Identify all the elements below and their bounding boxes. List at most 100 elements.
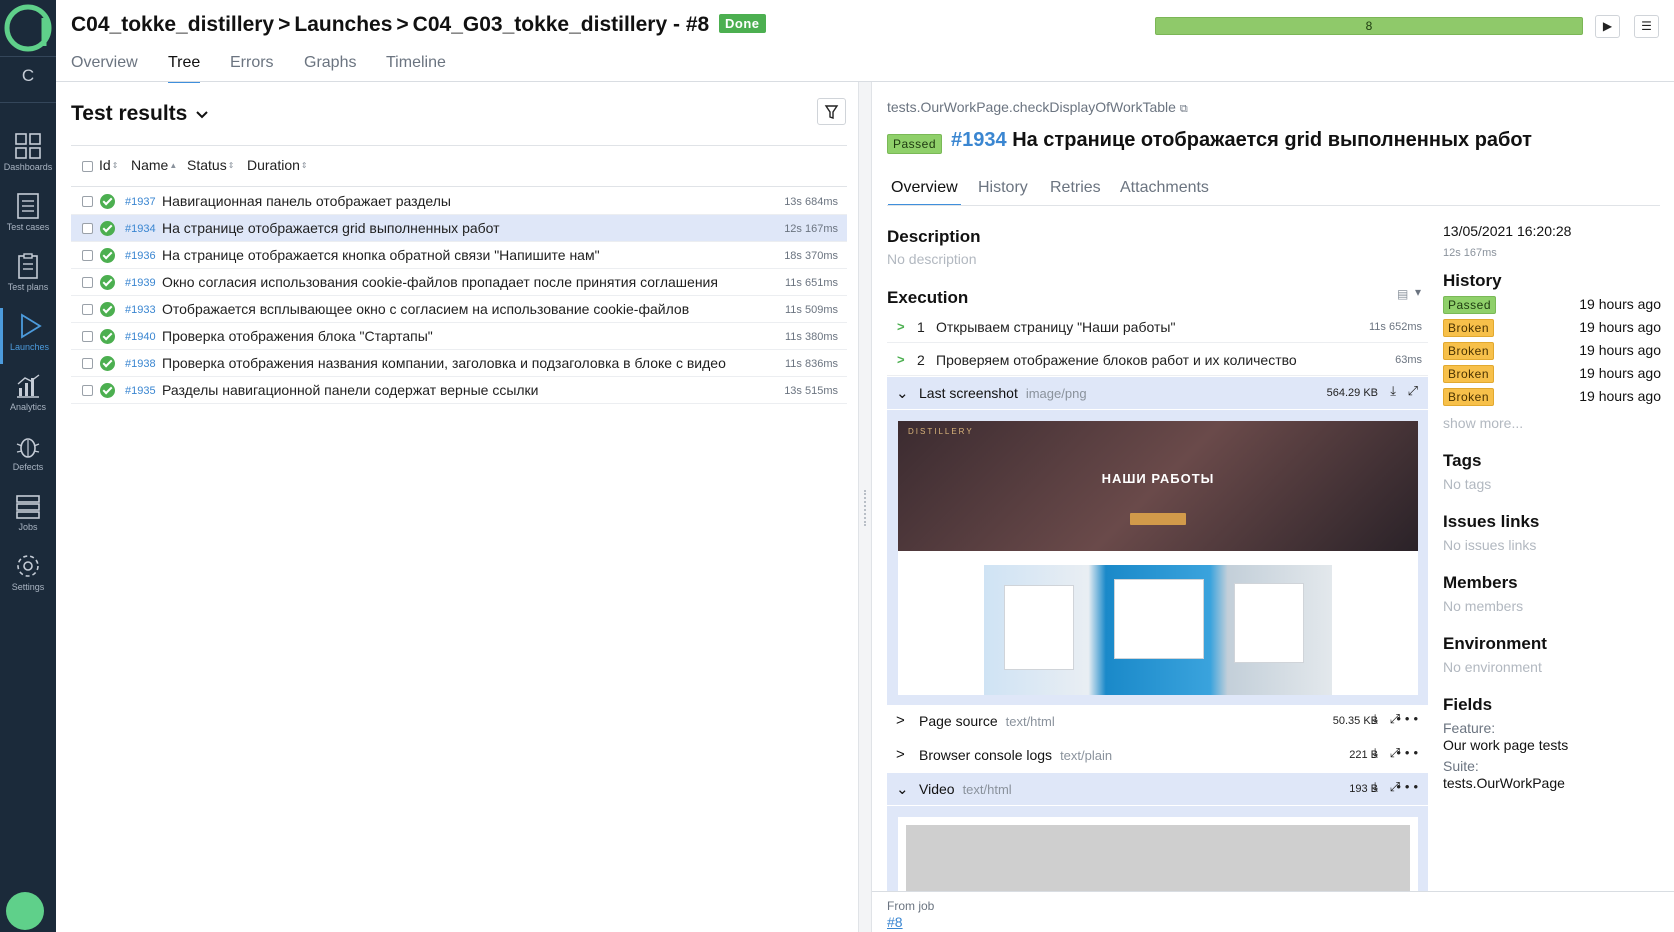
attachment-video[interactable]: ⌄ Video text/html 193 B ⤓ ⤢ ••• [887,773,1428,805]
execution-step[interactable]: > 2 Проверяем отображение блоков работ и… [887,344,1428,376]
app-logo[interactable] [4,4,52,52]
screenshot-preview[interactable]: DISTILLERY НАШИ РАБОТЫ [898,421,1418,695]
table-row[interactable]: #1936 На странице отображается кнопка об… [71,242,847,269]
row-checkbox[interactable] [82,385,93,396]
test-id[interactable]: #1938 [125,358,156,370]
tab-errors[interactable]: Errors [230,54,274,72]
tab-timeline[interactable]: Timeline [386,54,446,72]
sidebar-item-launches[interactable]: Launches [0,308,56,364]
from-job-label: From job [887,899,935,913]
sidebar-collapse-button[interactable]: C [0,66,56,86]
test-id[interactable]: #1937 [125,196,156,208]
column-status[interactable]: Status⇕ [187,157,234,173]
test-duration: 18s 370ms [784,250,838,262]
column-duration[interactable]: Duration⇕ [247,157,308,173]
copy-icon[interactable]: ⧉ [1180,103,1188,115]
sidebar-item-dashboards[interactable]: Dashboards [0,128,56,184]
download-icon[interactable]: ⤓ [1372,711,1382,727]
avatar[interactable] [6,892,44,930]
test-id[interactable]: #1933 [125,304,156,316]
table-row[interactable]: #1938 Проверка отображения названия комп… [71,350,847,377]
play-button[interactable]: ▶ [1595,15,1620,38]
tab-overview[interactable]: Overview [71,54,138,72]
test-name: Проверка отображения названия компании, … [162,355,726,371]
test-duration: 12s 167ms [784,223,838,235]
history-item[interactable]: Broken 19 hours ago [1443,386,1661,408]
tab-graphs[interactable]: Graphs [304,54,356,72]
test-results-title[interactable]: Test results [71,102,209,126]
chevron-down-icon[interactable]: ▾ [1415,285,1421,299]
layout-toggle-icon[interactable]: ▤ [1397,287,1408,301]
more-icon[interactable]: ••• [1396,745,1422,760]
test-name: На странице отображается grid выполненны… [162,220,500,236]
row-checkbox[interactable] [82,196,93,207]
row-checkbox[interactable] [82,331,93,342]
breadcrumb-launch: C04_G03_tokke_distillery - #8 [412,13,710,36]
tab-retries[interactable]: Retries [1050,179,1101,197]
pane-resize-handle[interactable] [858,82,872,932]
tab-attachments[interactable]: Attachments [1120,179,1209,197]
tags-heading: Tags [1443,451,1482,470]
row-checkbox[interactable] [82,223,93,234]
row-checkbox[interactable] [82,250,93,261]
test-id[interactable]: #1935 [125,385,156,397]
test-id[interactable]: #1934 [125,223,156,235]
tab-overview[interactable]: Overview [888,179,961,206]
table-row[interactable]: #1933 Отображается всплывающее окно с со… [71,296,847,323]
breadcrumb-project[interactable]: C04_tokke_distillery [71,13,274,36]
attachment-last-screenshot[interactable]: ⌄ Last screenshot image/png 564.29 KB ⤓ ⤢ [887,377,1428,409]
download-icon[interactable]: ⤓ [1390,383,1400,399]
sort-icon: ⇕ [300,161,308,170]
sidebar-item-test-plans[interactable]: Test plans [0,248,56,304]
menu-button[interactable]: ☰ [1634,15,1659,38]
more-icon[interactable]: ••• [1396,711,1422,726]
more-icon[interactable]: ••• [1396,779,1422,794]
table-row[interactable]: #1939 Окно согласия использования cookie… [71,269,847,296]
sidebar-item-test-cases[interactable]: Test cases [0,188,56,244]
column-name[interactable]: Name▲ [131,157,177,173]
show-more-link[interactable]: show more... [1443,415,1523,431]
filter-icon [824,105,839,119]
history-item[interactable]: Broken 19 hours ago [1443,340,1661,362]
table-row[interactable]: #1935 Разделы навигационной панели содер… [71,377,847,404]
status-badge: Broken [1443,388,1495,406]
test-id[interactable]: #1940 [125,331,156,343]
execution-step[interactable]: > 1 Открываем страницу "Наши работы" 11s… [887,311,1428,343]
chevron-right-icon: > [897,319,905,334]
test-plans-icon [18,253,38,279]
sort-asc-icon: ▲ [169,161,178,170]
sidebar-item-defects[interactable]: Defects [0,428,56,484]
test-id[interactable]: #1939 [125,277,156,289]
sidebar-item-settings[interactable]: Settings [0,548,56,604]
table-row[interactable]: #1937 Навигационная панель отображает ра… [71,188,847,215]
test-id[interactable]: #1936 [125,250,156,262]
select-all-checkbox[interactable] [82,161,93,172]
attachment-browser-console-logs[interactable]: > Browser console logs text/plain 221 B ⤓… [887,739,1428,771]
download-icon[interactable]: ⤓ [1372,779,1382,795]
sidebar-item-analytics[interactable]: Analytics [0,368,56,424]
table-row[interactable]: #1934 На странице отображается grid выпо… [71,215,847,242]
history-item[interactable]: Broken 19 hours ago [1443,363,1661,385]
table-row[interactable]: #1940 Проверка отображения блока "Старта… [71,323,847,350]
jobs-icon [16,495,40,519]
history-item[interactable]: Passed 19 hours ago [1443,294,1661,316]
sidebar-item-jobs[interactable]: Jobs [0,488,56,544]
download-icon[interactable]: ⤓ [1372,745,1382,761]
sort-icon: ⇕ [227,161,235,170]
breadcrumb-launches[interactable]: Launches [294,13,392,36]
row-checkbox[interactable] [82,358,93,369]
attachment-page-source[interactable]: > Page source text/html 50.35 KB ⤓ ⤢ ••• [887,705,1428,737]
row-checkbox[interactable] [82,277,93,288]
tab-history[interactable]: History [978,179,1028,197]
tab-tree[interactable]: Tree [168,54,201,83]
column-id[interactable]: Id⇕ [99,157,118,173]
job-link[interactable]: #8 [887,914,903,930]
expand-icon[interactable]: ⤢ [1408,383,1422,399]
filter-button[interactable] [817,98,846,125]
sidebar-item-label: Test plans [7,282,49,292]
test-name: Навигационная панель отображает разделы [162,193,451,209]
history-time: 19 hours ago [1579,296,1661,312]
video-preview[interactable] [898,817,1418,892]
row-checkbox[interactable] [82,304,93,315]
history-item[interactable]: Broken 19 hours ago [1443,317,1661,339]
